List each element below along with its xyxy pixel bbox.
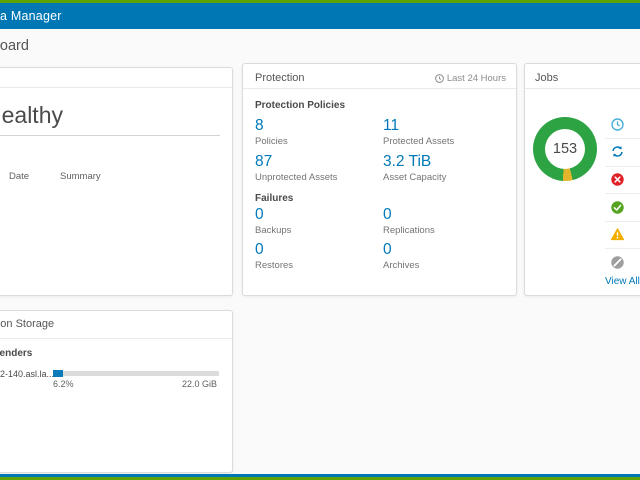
health-status-divider [0, 135, 220, 136]
protection-card: Protection Last 24 Hours Protection Poli… [242, 63, 517, 296]
storage-group-label: Extenders [0, 348, 33, 359]
protection-storage-card: Protection Storage Extenders 2-140.asl.l… [0, 310, 233, 473]
health-card: Healthy Date Summary [0, 67, 233, 296]
jobs-card-title: Jobs [535, 72, 559, 84]
health-status-text: Healthy [0, 102, 63, 128]
dashboard-screen: Data Manager Dashboard Healthy Date Summ… [0, 0, 640, 480]
time-filter-label: Last 24 Hours [446, 73, 506, 84]
jobs-cancelled-icon[interactable] [611, 256, 624, 269]
metric-failed-replications-value[interactable]: 0 [383, 206, 435, 223]
jobs-header-divider [525, 88, 640, 89]
metric-failed-restores-label: Restores [255, 260, 294, 271]
storage-usage-bar-fill [53, 370, 64, 377]
metric-protected-assets-label: Protected Assets [383, 136, 455, 147]
jobs-warning-icon[interactable] [611, 228, 624, 241]
page-title: Dashboard [0, 38, 29, 54]
metric-failed-backups-value[interactable]: 0 [255, 206, 291, 223]
metric-failed-archives-label: Archives [383, 260, 420, 271]
storage-system-name[interactable]: 2-140.asl.la... [0, 369, 54, 379]
clock-icon [434, 73, 444, 83]
metric-failed-archives: 0 Archives [383, 241, 419, 271]
metric-failed-archives-value[interactable]: 0 [383, 241, 419, 258]
jobs-card: Jobs 153 View All [524, 63, 640, 296]
metric-policies-label: Policies [255, 136, 288, 147]
storage-usage-bar [53, 370, 219, 377]
metric-asset-capacity-value[interactable]: 3.2 TiB [383, 153, 446, 170]
metric-unprotected-assets-value[interactable]: 87 [255, 153, 337, 170]
metric-policies: 8 Policies [255, 117, 288, 147]
storage-used-percent: 6.2% [53, 379, 74, 389]
metric-asset-capacity-label: Asset Capacity [383, 172, 447, 183]
metric-protected-assets-value[interactable]: 11 [383, 117, 454, 134]
jobs-total-count: 153 [552, 141, 578, 157]
health-col-date: Date [9, 171, 30, 182]
metric-failed-replications: 0 Replications [383, 206, 435, 236]
jobs-row-divider [605, 221, 640, 222]
protection-policies-section-title: Protection Policies [255, 100, 346, 111]
jobs-row-divider [605, 193, 640, 194]
jobs-in-progress-icon[interactable] [611, 145, 624, 158]
jobs-pending-icon[interactable] [611, 118, 624, 131]
jobs-view-all-link[interactable]: View All [605, 276, 640, 287]
storage-total-capacity: 22.0 GiB [181, 379, 217, 389]
protection-header-divider [243, 88, 516, 89]
failures-section-title: Failures [255, 193, 294, 204]
storage-header-divider [0, 338, 232, 339]
health-header-divider [0, 87, 232, 88]
metric-policies-value[interactable]: 8 [255, 117, 288, 134]
metric-failed-restores-value[interactable]: 0 [255, 241, 293, 258]
metric-unprotected-assets-label: Unprotected Assets [255, 172, 338, 183]
jobs-donut-chart[interactable]: 153 [533, 117, 597, 181]
metric-protected-assets: 11 Protected Assets [383, 117, 454, 147]
metric-failed-backups: 0 Backups [255, 206, 291, 236]
metric-unprotected-assets: 87 Unprotected Assets [255, 153, 337, 183]
jobs-failed-icon[interactable] [611, 173, 624, 186]
jobs-row-divider [605, 248, 640, 249]
app-title: Data Manager [0, 9, 62, 23]
time-filter: Last 24 Hours [434, 73, 506, 84]
protection-card-title: Protection [255, 72, 305, 84]
metric-asset-capacity: 3.2 TiB Asset Capacity [383, 153, 446, 183]
metric-failed-replications-label: Replications [383, 225, 435, 236]
health-col-summary: Summary [60, 171, 101, 182]
metric-failed-restores: 0 Restores [255, 241, 293, 271]
metric-failed-backups-label: Backups [255, 225, 292, 236]
protection-storage-card-title: Protection Storage [0, 318, 55, 330]
jobs-row-divider [605, 138, 640, 139]
jobs-row-divider [605, 166, 640, 167]
jobs-completed-icon[interactable] [611, 201, 624, 214]
app-header: Data Manager [0, 3, 640, 29]
